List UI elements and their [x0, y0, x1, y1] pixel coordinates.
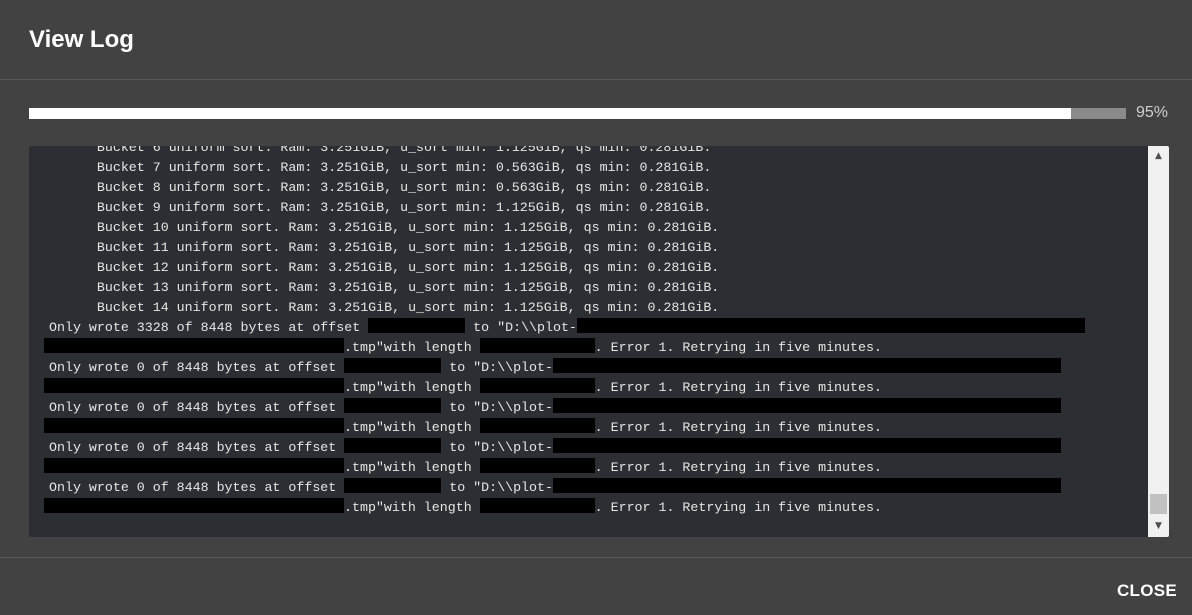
- view-log-dialog: View Log 95% Bucket 6 uniform sort. Ram:…: [0, 0, 1192, 615]
- log-line: Bucket 13 uniform sort. Ram: 3.251GiB, u…: [29, 278, 1147, 298]
- log-line: Only wrote 0 of 8448 bytes at offset to …: [29, 438, 1147, 458]
- redacted-block: [552, 398, 1061, 413]
- log-line: Only wrote 3328 of 8448 bytes at offset …: [29, 318, 1147, 338]
- log-line: .tmp"with length . Error 1. Retrying in …: [29, 378, 1147, 398]
- log-line-text: Bucket 12 uniform sort. Ram: 3.251GiB, u…: [49, 260, 720, 275]
- redacted-block: [479, 498, 595, 513]
- redacted-block: [552, 358, 1061, 373]
- log-output[interactable]: Bucket 6 uniform sort. Ram: 3.251GiB, u_…: [29, 146, 1169, 537]
- log-line: Bucket 6 uniform sort. Ram: 3.251GiB, u_…: [29, 146, 1147, 158]
- log-line-text: Only wrote 3328 of 8448 bytes at offset: [49, 320, 369, 335]
- redacted-block: [44, 418, 344, 433]
- log-line-text: Bucket 7 uniform sort. Ram: 3.251GiB, u_…: [49, 160, 712, 175]
- log-line: Only wrote 0 of 8448 bytes at offset to …: [29, 358, 1147, 378]
- log-line: .tmp"with length . Error 1. Retrying in …: [29, 458, 1147, 478]
- log-line-text: Bucket 8 uniform sort. Ram: 3.251GiB, u_…: [49, 180, 712, 195]
- redacted-block: [344, 478, 442, 493]
- redacted-block: [368, 318, 466, 333]
- log-line-text: .tmp"with length: [344, 460, 480, 475]
- log-line-text: to "D:\\plot-: [465, 320, 577, 335]
- log-line-text: Bucket 11 uniform sort. Ram: 3.251GiB, u…: [49, 240, 720, 255]
- log-line-text: Bucket 10 uniform sort. Ram: 3.251GiB, u…: [49, 220, 720, 235]
- redacted-block: [576, 318, 1085, 333]
- log-line-text: to "D:\\plot-: [441, 440, 553, 455]
- log-line-text: . Error 1. Retrying in five minutes.: [594, 340, 882, 355]
- log-line: .tmp"with length . Error 1. Retrying in …: [29, 498, 1147, 518]
- dialog-title: View Log: [29, 26, 134, 53]
- progress-percent-label: 95%: [1136, 104, 1169, 121]
- redacted-block: [44, 338, 344, 353]
- log-line: Only wrote 0 of 8448 bytes at offset to …: [29, 398, 1147, 418]
- log-line-text: .tmp"with length: [344, 340, 480, 355]
- redacted-block: [344, 438, 442, 453]
- scroll-down-icon[interactable]: ▼: [1148, 518, 1169, 535]
- log-line: Bucket 10 uniform sort. Ram: 3.251GiB, u…: [29, 218, 1147, 238]
- redacted-block: [344, 398, 442, 413]
- log-line-text: Only wrote 0 of 8448 bytes at offset: [49, 400, 345, 415]
- log-line: Bucket 8 uniform sort. Ram: 3.251GiB, u_…: [29, 178, 1147, 198]
- redacted-block: [44, 378, 344, 393]
- log-line: .tmp"with length . Error 1. Retrying in …: [29, 418, 1147, 438]
- log-line-text: Only wrote 0 of 8448 bytes at offset: [49, 440, 345, 455]
- log-line-text: to "D:\\plot-: [441, 480, 553, 495]
- log-line-text: .tmp"with length: [344, 500, 480, 515]
- log-line-text: . Error 1. Retrying in five minutes.: [594, 460, 882, 475]
- log-line-text: .tmp"with length: [344, 380, 480, 395]
- log-line-text: Bucket 13 uniform sort. Ram: 3.251GiB, u…: [49, 280, 720, 295]
- log-line-text: Only wrote 0 of 8448 bytes at offset: [49, 480, 345, 495]
- redacted-block: [552, 478, 1061, 493]
- redacted-block: [479, 418, 595, 433]
- redacted-block: [344, 358, 442, 373]
- log-line-text: . Error 1. Retrying in five minutes.: [594, 380, 882, 395]
- redacted-block: [479, 338, 595, 353]
- progress-fill: [29, 108, 1072, 119]
- log-line-text: to "D:\\plot-: [441, 400, 553, 415]
- dialog-footer: CLOSE: [0, 557, 1192, 615]
- log-line-text: . Error 1. Retrying in five minutes.: [594, 420, 882, 435]
- log-line-text: to "D:\\plot-: [441, 360, 553, 375]
- redacted-block: [479, 378, 595, 393]
- progress-row: 95%: [29, 104, 1179, 124]
- log-line: Bucket 9 uniform sort. Ram: 3.251GiB, u_…: [29, 198, 1147, 218]
- log-line-text: .tmp"with length: [344, 420, 480, 435]
- log-line-text: Bucket 14 uniform sort. Ram: 3.251GiB, u…: [49, 300, 720, 315]
- redacted-block: [44, 498, 344, 513]
- redacted-block: [552, 438, 1061, 453]
- dialog-header: View Log: [0, 0, 1192, 80]
- redacted-block: [44, 458, 344, 473]
- log-line: Bucket 7 uniform sort. Ram: 3.251GiB, u_…: [29, 158, 1147, 178]
- log-content: Bucket 6 uniform sort. Ram: 3.251GiB, u_…: [29, 146, 1147, 518]
- log-line-text: . Error 1. Retrying in five minutes.: [594, 500, 882, 515]
- log-line: Bucket 11 uniform sort. Ram: 3.251GiB, u…: [29, 238, 1147, 258]
- scroll-up-icon[interactable]: ▲: [1148, 148, 1169, 165]
- log-line: Bucket 12 uniform sort. Ram: 3.251GiB, u…: [29, 258, 1147, 278]
- log-line-text: Bucket 9 uniform sort. Ram: 3.251GiB, u_…: [49, 200, 712, 215]
- log-line: Bucket 14 uniform sort. Ram: 3.251GiB, u…: [29, 298, 1147, 318]
- log-scrollbar[interactable]: ▲ ▼: [1148, 146, 1169, 537]
- progress-bar: [29, 108, 1126, 119]
- log-line-text: Bucket 6 uniform sort. Ram: 3.251GiB, u_…: [49, 146, 712, 155]
- redacted-block: [479, 458, 595, 473]
- close-button[interactable]: CLOSE: [1117, 581, 1177, 601]
- log-line: .tmp"with length . Error 1. Retrying in …: [29, 338, 1147, 358]
- log-line: Only wrote 0 of 8448 bytes at offset to …: [29, 478, 1147, 498]
- scroll-thumb[interactable]: [1150, 494, 1167, 514]
- log-line-text: Only wrote 0 of 8448 bytes at offset: [49, 360, 345, 375]
